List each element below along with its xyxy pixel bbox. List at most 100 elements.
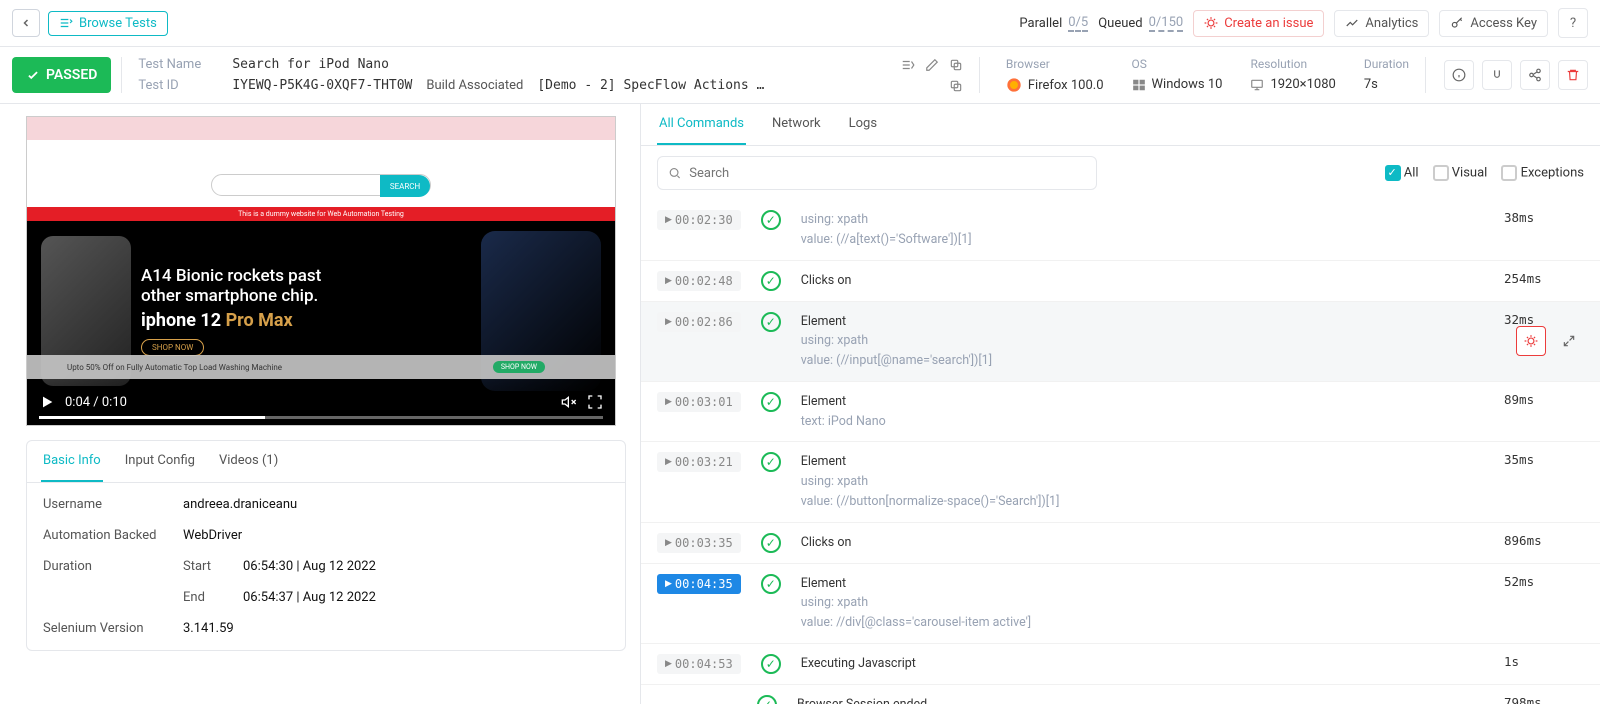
status-pass-icon: ✓ (761, 654, 781, 674)
command-row[interactable]: ▶ 00:04:53✓Executing Javascript1s (641, 644, 1600, 685)
access-key-button[interactable]: Access Key (1439, 10, 1548, 37)
timestamp-badge[interactable]: ▶ 00:03:01 (657, 392, 741, 412)
command-text: Element using: xpath value: (//button[no… (801, 452, 1484, 511)
delete-button[interactable] (1558, 60, 1588, 90)
play-icon[interactable] (39, 394, 55, 410)
info-card: Basic Info Input Config Videos (1) Usern… (26, 440, 626, 651)
status-pass-icon: ✓ (757, 695, 777, 704)
timestamp-badge[interactable]: ▶ 00:03:21 (657, 452, 741, 472)
command-duration: 254ms (1504, 271, 1584, 286)
command-search-input[interactable] (689, 166, 1086, 181)
command-list[interactable]: ▶ 00:02:30✓using: xpath value: (//a[text… (641, 200, 1600, 704)
search-icon (668, 166, 681, 180)
parallel-stat: Parallel 0/5 (1019, 15, 1088, 32)
filter-visual-label: Visual (1452, 165, 1488, 180)
back-button[interactable] (12, 9, 40, 37)
play-tri-icon: ▶ (665, 457, 672, 467)
trash-icon (1566, 68, 1580, 82)
browse-tests-button[interactable]: Browse Tests (48, 11, 168, 36)
status-pass-icon: ✓ (761, 452, 781, 472)
status-pass-icon: ✓ (761, 392, 781, 412)
play-tri-icon: ▶ (665, 215, 672, 225)
filter-exceptions[interactable]: Exceptions (1501, 165, 1584, 181)
main: SEARCH This is a dummy website for Web A… (0, 104, 1600, 704)
timestamp-badge[interactable]: ▶ 00:04:53 (657, 654, 741, 674)
play-tri-icon: ▶ (665, 317, 672, 327)
env-grid: Browser Firefox 100.0 OS Windows 10 Reso… (990, 57, 1426, 93)
ecom-header-mock: SEARCH (27, 163, 615, 207)
timestamp-badge[interactable]: ▶ 00:02:30 (657, 210, 741, 230)
tab-logs[interactable]: Logs (847, 104, 879, 145)
banner-shop: SHOP NOW (493, 361, 545, 373)
mock-hero-text: A14 Bionic rockets past other smartphone… (141, 266, 471, 356)
browse-tests-label: Browse Tests (79, 16, 157, 31)
checkbox-visual[interactable] (1433, 165, 1449, 181)
row-expand-button[interactable] (1554, 326, 1584, 356)
timestamp-badge[interactable]: ▶ 00:02:48 (657, 271, 741, 291)
test-id-actions (949, 79, 963, 93)
command-row[interactable]: ▶ 00:02:86✓Element using: xpath value: (… (641, 302, 1600, 382)
command-text: Clicks on (801, 271, 1484, 291)
queue-icon[interactable] (901, 58, 915, 72)
hero-brand-line: iphone 12 Pro Max (141, 310, 471, 331)
command-row[interactable]: ✓Browser Session ended798ms (641, 685, 1600, 704)
tab-basic-info[interactable]: Basic Info (41, 441, 103, 482)
command-text: Element using: xpath value: //div[@class… (801, 574, 1484, 633)
test-meta: Test Name Search for iPod Nano Test ID I… (121, 57, 979, 93)
command-search[interactable] (657, 156, 1097, 190)
status-text: PASSED (46, 67, 97, 83)
play-tri-icon: ▶ (665, 276, 672, 286)
command-row[interactable]: ▶ 00:04:35✓Element using: xpath value: /… (641, 564, 1600, 644)
build-label: Build Associated (426, 78, 523, 93)
info-button[interactable] (1444, 60, 1474, 90)
copy-icon[interactable] (949, 58, 963, 72)
command-row[interactable]: ▶ 00:02:48✓Clicks on254ms (641, 261, 1600, 302)
mute-icon[interactable] (561, 394, 577, 410)
checkbox-all[interactable] (1385, 165, 1401, 181)
list-icon (59, 16, 73, 30)
timestamp-badge[interactable]: ▶ 00:04:35 (657, 574, 741, 594)
tab-input-config[interactable]: Input Config (123, 441, 197, 482)
timestamp-badge[interactable]: ▶ 00:03:35 (657, 533, 741, 553)
command-row[interactable]: ▶ 00:03:21 ✓ Element using: xpath value: (… (641, 442, 1600, 522)
tab-network[interactable]: Network (770, 104, 823, 145)
video-progress-fill (39, 416, 265, 419)
create-issue-button[interactable]: Create an issue (1193, 10, 1324, 37)
video-player[interactable]: SEARCH This is a dummy website for Web A… (26, 116, 616, 426)
info-duration-label: Duration (43, 559, 183, 574)
edit-icon[interactable] (925, 58, 939, 72)
fullscreen-icon[interactable] (587, 394, 603, 410)
filter-all[interactable]: All (1385, 165, 1419, 181)
video-time: 0:04 / 0:10 (65, 395, 127, 410)
video-progress[interactable] (39, 416, 603, 419)
status-pass-icon: ✓ (761, 210, 781, 230)
test-name-line: Test Name Search for iPod Nano (138, 57, 962, 72)
command-row[interactable]: ▶ 00:03:35✓Clicks on896ms (641, 523, 1600, 564)
check-icon (26, 68, 40, 82)
filter-all-label: All (1404, 165, 1419, 180)
test-id-line: Test ID IYEWQ-P5K4G-0XQF7-THT0W Build As… (138, 78, 962, 93)
command-duration: 35ms (1504, 452, 1584, 467)
command-duration: 32ms (1504, 312, 1584, 327)
analytics-button[interactable]: Analytics (1334, 10, 1429, 37)
command-text: Element using: xpath value: (//input[@na… (801, 312, 1484, 371)
start-label: Start (183, 559, 243, 574)
command-row[interactable]: ▶ 00:02:30✓using: xpath value: (//a[text… (641, 200, 1600, 261)
tab-all-commands[interactable]: All Commands (657, 104, 746, 145)
share-button[interactable] (1520, 60, 1550, 90)
filter-visual[interactable]: Visual (1433, 165, 1488, 181)
copy-id-icon[interactable] (949, 79, 963, 93)
tab-videos[interactable]: Videos (1) (217, 441, 280, 482)
access-key-label: Access Key (1470, 16, 1537, 31)
browser-label: Browser (1006, 57, 1104, 71)
row-bug-button[interactable] (1516, 326, 1546, 356)
timestamp-badge[interactable]: ▶ 00:02:86 (657, 312, 741, 332)
username-label: Username (43, 497, 183, 512)
help-button[interactable]: ? (1558, 8, 1588, 38)
filter-button[interactable] (1482, 60, 1512, 90)
command-tabs: All Commands Network Logs (641, 104, 1600, 146)
test-name-value: Search for iPod Nano (232, 57, 389, 72)
checkbox-exceptions[interactable] (1501, 165, 1517, 181)
parallel-label: Parallel (1019, 16, 1062, 31)
command-row[interactable]: ▶ 00:03:01✓Element text: iPod Nano89ms (641, 382, 1600, 443)
